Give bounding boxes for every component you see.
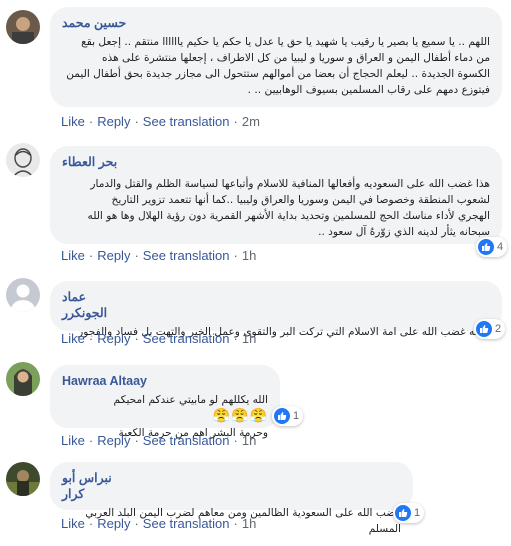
comment-bubble: نبراس أبو كرار غضب الله على السعودية الظ…: [50, 462, 413, 535]
like-reaction-icon: [274, 408, 290, 424]
comment-line: من دماء أطفال اليمن و العراق و سوريا و ل…: [101, 52, 490, 64]
see-translation-link[interactable]: See translation: [143, 331, 230, 346]
separator: ·: [233, 516, 238, 531]
reply-link[interactable]: Reply: [97, 331, 130, 346]
comment-actions: Like · Reply · See translation · 1h: [61, 433, 256, 448]
comment-line-text: الله يكللهم لو مابيتي عندكم امحيكم: [113, 394, 268, 406]
reply-link[interactable]: Reply: [97, 248, 130, 263]
comment-actions: Like · Reply · See translation · 2m: [61, 114, 260, 129]
like-link[interactable]: Like: [61, 516, 85, 531]
reply-link[interactable]: Reply: [97, 516, 130, 531]
comment-actions: Like · Reply · See translation · 1h: [61, 248, 256, 263]
comment-line: الله يكللهم لو مابيتي عندكم امحيكم 😤😤😤: [62, 392, 268, 425]
comment-line: الكسوة الجديدة .. ليعلم الحجاج أن بعضا م…: [66, 68, 490, 80]
timestamp[interactable]: 2m: [242, 114, 260, 129]
see-translation-link[interactable]: See translation: [143, 248, 230, 263]
avatar[interactable]: [6, 362, 40, 396]
reply-link[interactable]: Reply: [97, 433, 130, 448]
separator: ·: [233, 433, 238, 448]
comment-line: الهجري لأداء مناسك الحج للمسلمين وتحديد …: [87, 210, 490, 222]
separator: ·: [233, 248, 238, 263]
reply-link[interactable]: Reply: [97, 114, 130, 129]
reaction-number: 1: [293, 410, 300, 422]
reaction-number: 4: [497, 241, 504, 253]
comment-line: سبحانه يثأر لدينه الذي زوّرهُ آل سعود ..: [318, 226, 490, 238]
separator: ·: [134, 114, 139, 129]
reaction-count[interactable]: 1: [272, 406, 304, 426]
avatar[interactable]: [6, 10, 40, 44]
see-translation-link[interactable]: See translation: [143, 516, 230, 531]
avatar[interactable]: [6, 278, 40, 312]
comment-bubble: حسين محمد اللهم .. يا سميع يا بصير يا رق…: [50, 7, 502, 107]
comment-bubble: عماد الجونكرر لا انه غضب الله على امة ال…: [50, 281, 502, 338]
like-reaction-icon: [478, 239, 494, 255]
timestamp[interactable]: 1h: [242, 516, 256, 531]
comment-line: لشعوب المنطقة وخصوصا في اليمن وسوريا وال…: [111, 194, 490, 206]
separator: ·: [134, 331, 139, 346]
separator: ·: [88, 248, 94, 263]
separator: ·: [233, 114, 238, 129]
comment-actions: Like · Reply · See translation · 1h: [61, 331, 256, 346]
avatar[interactable]: [6, 462, 40, 496]
reaction-number: 2: [495, 323, 502, 335]
separator: ·: [134, 516, 139, 531]
comment-author[interactable]: بحر العطاء: [62, 154, 122, 170]
comment-author[interactable]: نبراس أبو كرار: [62, 470, 132, 502]
comment-author[interactable]: عماد الجونكرر: [62, 289, 130, 321]
reaction-count[interactable]: 1: [393, 503, 425, 523]
like-link[interactable]: Like: [61, 331, 85, 346]
timestamp[interactable]: 1h: [242, 331, 256, 346]
separator: ·: [88, 114, 94, 129]
comment-line: هذا غضب الله على السعوديه وأفعالها المنا…: [90, 178, 490, 190]
comment-author[interactable]: Hawraa Altaay: [62, 373, 268, 389]
separator: ·: [88, 516, 94, 531]
like-link[interactable]: Like: [61, 248, 85, 263]
comment-text: اللهم .. يا سميع يا بصير يا رقيب يا شهيد…: [62, 34, 490, 98]
separator: ·: [134, 248, 139, 263]
comment-line: فيتوزع دمهم على رقاب المسلمين بسيوف الوه…: [247, 84, 490, 96]
like-link[interactable]: Like: [61, 114, 85, 129]
like-link[interactable]: Like: [61, 433, 85, 448]
see-translation-link[interactable]: See translation: [143, 433, 230, 448]
emoji-icons: 😤😤😤: [212, 408, 268, 424]
timestamp[interactable]: 1h: [242, 433, 256, 448]
separator: ·: [134, 433, 139, 448]
comment-line: اللهم .. يا سميع يا بصير يا رقيب يا شهيد…: [81, 36, 490, 48]
comment-actions: Like · Reply · See translation · 1h: [61, 516, 256, 531]
reaction-count[interactable]: 2: [474, 319, 506, 339]
separator: ·: [88, 433, 94, 448]
avatar[interactable]: [6, 143, 40, 177]
reaction-number: 1: [414, 507, 421, 519]
like-reaction-icon: [395, 505, 411, 521]
comment-bubble: Hawraa Altaay الله يكللهم لو مابيتي عندك…: [50, 365, 280, 439]
comment-text: هذا غضب الله على السعوديه وأفعالها المنا…: [62, 176, 490, 240]
separator: ·: [88, 331, 94, 346]
timestamp[interactable]: 1h: [242, 248, 256, 263]
comment-bubble: بحر العطاء هذا غضب الله على السعوديه وأف…: [50, 146, 502, 244]
like-reaction-icon: [476, 321, 492, 337]
reaction-count[interactable]: 4: [476, 237, 508, 257]
separator: ·: [233, 331, 238, 346]
see-translation-link[interactable]: See translation: [143, 114, 230, 129]
comment-author[interactable]: حسين محمد: [62, 15, 132, 31]
